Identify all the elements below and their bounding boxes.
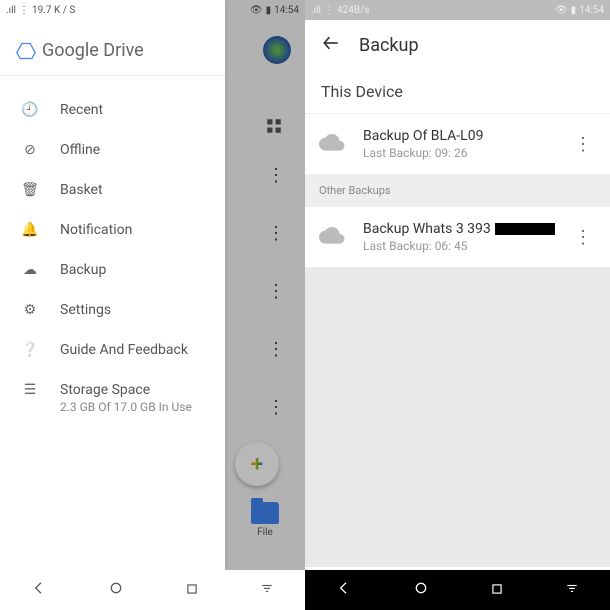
help-icon: ❔	[18, 342, 42, 358]
backup-header: Backup	[305, 20, 610, 70]
nav-home-icon[interactable]	[413, 580, 429, 600]
row-menu-icon[interactable]: ⋮	[570, 134, 596, 155]
trash-icon: 🗑	[18, 182, 42, 198]
redacted-text	[495, 223, 555, 235]
status-time: 14:54	[579, 5, 604, 16]
nav-drawer: .ıll ⋮ 19.7 K / S Google Drive 🕘 Recent …	[0, 0, 225, 570]
backup-row[interactable]: Backup Whats 3 393 Last Backup: 06: 45 ⋮	[305, 207, 610, 267]
nav-extra-icon[interactable]	[260, 581, 274, 600]
backup-name: Backup Whats 3 393	[363, 221, 570, 237]
row-menu-icon[interactable]: ⋮	[570, 227, 596, 248]
menu-notification[interactable]: 🔔 Notification	[0, 210, 225, 250]
drawer-menu: 🕘 Recent ⊘ Offline 🗑 Basket 🔔 Notificati…	[0, 80, 225, 436]
check-circle-icon: ⊘	[18, 142, 42, 158]
nav-recent-icon[interactable]	[490, 581, 504, 600]
section-other-backups: Other Backups	[305, 174, 610, 207]
android-nav-right	[305, 570, 610, 610]
backup-sub: Last Backup: 09: 26	[363, 146, 570, 160]
empty-area	[305, 267, 610, 567]
menu-backup[interactable]: ☁ Backup	[0, 250, 225, 290]
gear-icon: ⚙	[18, 302, 42, 318]
menu-settings[interactable]: ⚙ Settings	[0, 290, 225, 330]
nav-back-icon[interactable]	[31, 580, 47, 600]
bell-icon: 🔔	[18, 222, 42, 238]
menu-offline[interactable]: ⊘ Offline	[0, 130, 225, 170]
backup-name: Backup Of BLA-L09	[363, 128, 570, 144]
backup-row[interactable]: Backup Of BLA-L09 Last Backup: 09: 26 ⋮	[305, 114, 610, 174]
brand: Google Drive	[0, 20, 225, 71]
nav-recent-icon[interactable]	[185, 581, 199, 600]
storage-usage: 2.3 GB Of 17.0 GB In Use	[60, 400, 192, 414]
menu-storage[interactable]: ☰ Storage Space 2.3 GB Of 17.0 GB In Use	[0, 370, 225, 426]
cloud-icon	[319, 225, 349, 249]
signal-icon: .ıll	[311, 5, 321, 16]
battery-icon: ▮	[571, 5, 577, 16]
clock-icon: 🕘	[18, 102, 42, 118]
menu-recent[interactable]: 🕘 Recent	[0, 90, 225, 130]
cloud-icon	[319, 132, 349, 156]
menu-help[interactable]: ❔ Guide And Feedback	[0, 330, 225, 370]
signal-icon: .ıll	[6, 5, 16, 16]
eye-icon: 👁	[555, 5, 568, 16]
back-arrow-icon[interactable]	[321, 33, 341, 58]
net-speed: 424B/s	[337, 5, 369, 16]
backup-sub: Last Backup: 06: 45	[363, 239, 570, 253]
nav-extra-icon[interactable]	[565, 581, 579, 600]
cloud-up-icon: ☁	[18, 262, 42, 278]
page-title: Backup	[359, 35, 419, 56]
storage-icon: ☰	[18, 382, 42, 398]
status-bar-drawer: .ıll ⋮ 19.7 K / S	[0, 0, 225, 20]
nav-home-icon[interactable]	[108, 580, 124, 600]
drive-logo-icon	[16, 41, 36, 61]
status-bar-right: .ıll ⋮ 424B/s 👁 ▮ 14:54	[305, 0, 610, 20]
android-nav-left	[0, 570, 305, 610]
menu-basket[interactable]: 🗑 Basket	[0, 170, 225, 210]
nav-back-icon[interactable]	[336, 580, 352, 600]
section-this-device: This Device	[305, 70, 610, 114]
